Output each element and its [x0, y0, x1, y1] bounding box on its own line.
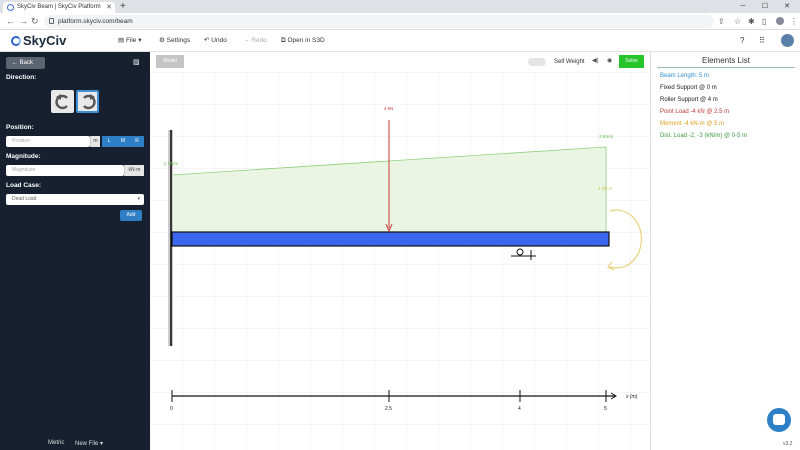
- app-header: SkyCiv ▤ File ▾ ⚙ Settings ↶ Undo → Redo…: [0, 30, 800, 52]
- browser-tab-bar: SkyCiv Beam | SkyCiv Platform ✕ + ─ ☐ ✕: [0, 0, 800, 13]
- dist-load-left-label: 2 kN/m: [164, 161, 179, 166]
- help-icon[interactable]: ?: [740, 35, 744, 46]
- position-unit: m: [90, 136, 100, 147]
- x-tick-label: 4: [518, 406, 521, 412]
- load-case-label: Load Case:: [6, 182, 42, 189]
- element-item-point-load[interactable]: Point Load -4 kN @ 2.5 m: [660, 109, 729, 115]
- grid-background: [150, 72, 650, 450]
- canvas-area[interactable]: Model Self Weight ◀) ◉ Solve 2 kN/m 3 kN…: [150, 52, 650, 450]
- back-arrow-icon[interactable]: ←: [6, 15, 15, 28]
- element-item-moment[interactable]: Moment -4 kN-m @ 5 m: [660, 121, 724, 127]
- new-file-button[interactable]: New File ▾: [75, 440, 103, 447]
- tab-title: SkyCiv Beam | SkyCiv Platform: [17, 4, 101, 10]
- magnitude-label: Magnitude:: [6, 153, 41, 160]
- skyciv-favicon-icon: [7, 4, 14, 11]
- rotate-cw-icon: [82, 93, 96, 109]
- maximize-icon[interactable]: ☐: [754, 0, 776, 13]
- skyciv-logo-icon: [11, 36, 21, 46]
- share-icon[interactable]: ⇪: [718, 16, 725, 27]
- forward-arrow-icon[interactable]: →: [19, 15, 28, 28]
- element-item-beam-length[interactable]: Beam Length: 5 m: [660, 73, 709, 79]
- open-s3d-label: Open in S3D: [287, 37, 325, 44]
- add-button[interactable]: Add: [120, 210, 142, 221]
- beam-canvas: 2 kN/m 3 kN/m 4 kN 4 kN·m 0 2.5 4 5 x (m…: [150, 72, 650, 450]
- url-text: platform.skyciv.com/beam: [58, 18, 133, 25]
- rotate-ccw-icon: [54, 93, 68, 109]
- logo-text: SkyCiv: [23, 33, 67, 48]
- magnitude-input[interactable]: Magnitude: [6, 165, 124, 176]
- tab-close-icon[interactable]: ✕: [106, 2, 112, 13]
- middle-position-button[interactable]: M: [116, 136, 130, 147]
- star-icon[interactable]: ☆: [734, 16, 741, 27]
- new-file-label: New File: [75, 441, 99, 447]
- load-case-select[interactable]: Dead Load ▾: [6, 194, 144, 205]
- document-icon[interactable]: ▨: [133, 58, 140, 66]
- dropdown-caret-icon: ▾: [137, 196, 140, 202]
- back-button[interactable]: ← Back: [6, 57, 45, 69]
- file-label: File: [125, 37, 137, 44]
- undo-label: Undo: [211, 37, 227, 44]
- profile-icon[interactable]: [776, 17, 784, 25]
- title-divider: [657, 67, 795, 68]
- element-item-distributed-load[interactable]: Dist. Load -2, -3 (kN/m) @ 0-5 m: [660, 133, 747, 139]
- sidebar-icon[interactable]: ▯: [762, 16, 766, 27]
- version-label: v3.2: [783, 441, 793, 447]
- x-tick-label: 0: [170, 406, 173, 412]
- position-input[interactable]: Position: [6, 136, 90, 147]
- address-bar[interactable]: platform.skyciv.com/beam: [44, 15, 714, 28]
- magnitude-unit: kN·m: [124, 165, 144, 176]
- browser-tab[interactable]: SkyCiv Beam | SkyCiv Platform ✕: [3, 2, 115, 13]
- chat-support-icon[interactable]: [767, 408, 791, 432]
- right-panel: Elements List Beam Length: 5 m Fixed Sup…: [650, 52, 800, 450]
- apps-grid-icon[interactable]: ⠿: [759, 35, 765, 46]
- undo-button[interactable]: ↶ Undo: [204, 36, 227, 46]
- browser-menu-icon[interactable]: ⋮: [790, 16, 798, 27]
- skyciv-logo[interactable]: SkyCiv: [11, 33, 66, 49]
- x-axis-label: x (m): [625, 394, 638, 400]
- load-case-value: Dead Load: [12, 196, 37, 202]
- window-close-icon[interactable]: ✕: [776, 0, 798, 13]
- position-label: Position:: [6, 124, 34, 131]
- minimize-icon[interactable]: ─: [732, 0, 754, 13]
- file-menu[interactable]: ▤ File ▾: [118, 36, 142, 46]
- left-panel: ← Back ▨ Direction: Position: Position m…: [0, 52, 150, 450]
- x-tick-label: 2.5: [385, 406, 392, 412]
- direction-label: Direction:: [6, 74, 37, 81]
- browser-toolbar: ← → ↻ platform.skyciv.com/beam ⇪ ☆ ✱ ▯ ⋮: [0, 13, 800, 30]
- x-tick-label: 5: [604, 406, 607, 412]
- elements-list-title: Elements List: [701, 56, 751, 65]
- settings-button[interactable]: ⚙ Settings: [159, 36, 190, 46]
- avatar[interactable]: [781, 34, 794, 47]
- moment-label: 4 kN·m: [598, 186, 613, 191]
- extensions-icon[interactable]: ✱: [748, 16, 755, 27]
- new-tab-icon[interactable]: +: [120, 1, 126, 12]
- counterclockwise-button[interactable]: [51, 90, 74, 113]
- beam[interactable]: [171, 231, 610, 247]
- redo-button[interactable]: → Redo: [243, 36, 267, 46]
- back-label: Back: [19, 60, 34, 66]
- right-position-button[interactable]: R: [130, 136, 144, 147]
- redo-label: Redo: [251, 37, 267, 44]
- reload-icon[interactable]: ↻: [31, 15, 39, 28]
- point-load-label: 4 kN: [384, 106, 393, 111]
- lock-icon: [49, 18, 54, 24]
- element-item-fixed-support[interactable]: Fixed Support @ 0 m: [660, 85, 717, 91]
- clockwise-button[interactable]: [76, 90, 99, 113]
- settings-label: Settings: [166, 37, 191, 44]
- dist-load-right-label: 3 kN/m: [599, 134, 614, 139]
- element-item-roller-support[interactable]: Roller Support @ 4 m: [660, 97, 718, 103]
- left-position-button[interactable]: L: [102, 136, 116, 147]
- open-in-s3d-button[interactable]: ⧉ Open in S3D: [281, 36, 325, 46]
- units-metric-button[interactable]: Metric: [48, 440, 64, 446]
